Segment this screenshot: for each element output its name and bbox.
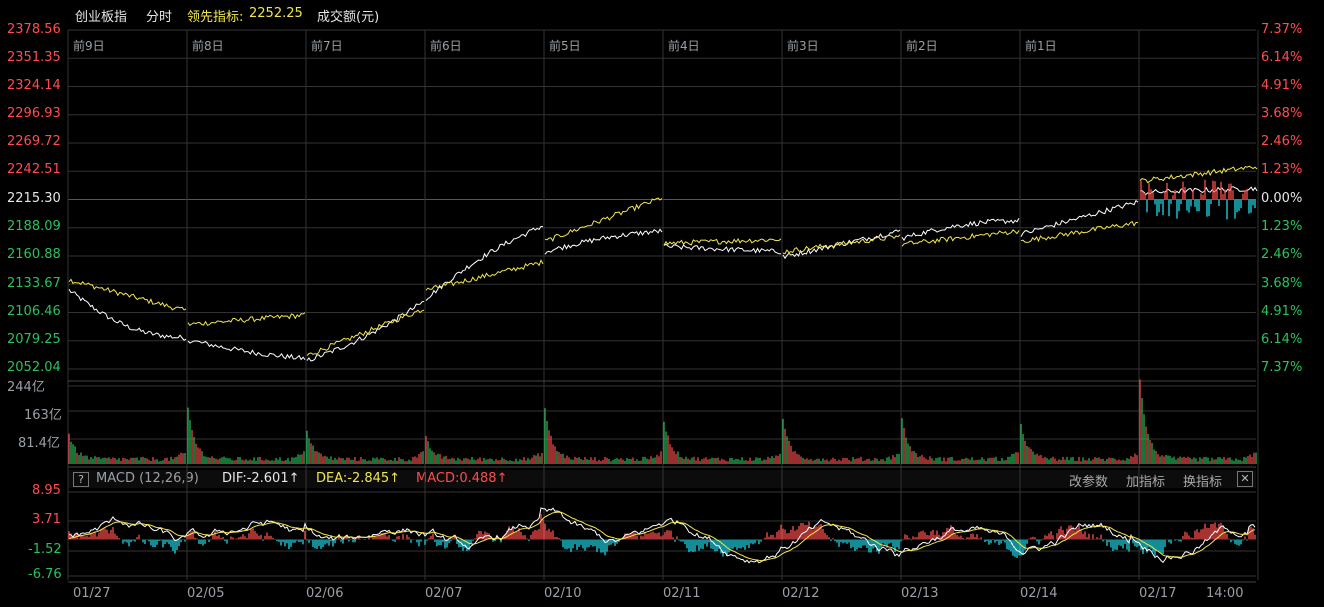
price-line bbox=[1139, 186, 1258, 196]
price-line bbox=[68, 289, 187, 341]
leading-line bbox=[306, 309, 425, 356]
leading-line bbox=[1139, 165, 1258, 184]
leading-line bbox=[901, 229, 1020, 247]
leading-line bbox=[663, 238, 782, 246]
price-line bbox=[663, 243, 782, 255]
leading-line bbox=[1020, 220, 1139, 243]
leading-line bbox=[425, 259, 544, 291]
chart-canvas bbox=[67, 29, 1259, 583]
leading-line bbox=[187, 312, 306, 326]
price-line bbox=[544, 228, 663, 255]
price-line bbox=[187, 340, 306, 361]
price-line bbox=[1020, 199, 1139, 237]
price-line bbox=[901, 218, 1020, 242]
leading-line bbox=[544, 197, 663, 243]
